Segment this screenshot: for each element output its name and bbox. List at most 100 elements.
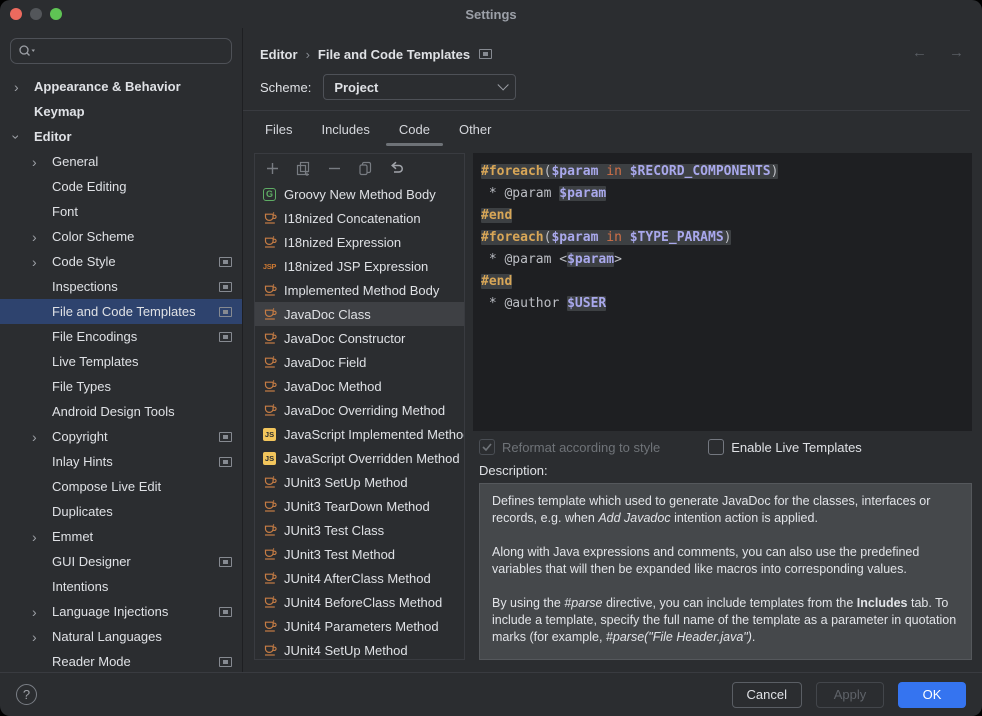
template-code-editor[interactable]: #foreach($param in $RECORD_COMPONENTS) *… (473, 153, 972, 431)
template-list-item[interactable]: I18nized Concatenation (255, 206, 464, 230)
chevron-right-icon[interactable]: › (32, 230, 52, 244)
settings-sidebar: ›Appearance & BehaviorKeymap›Editor›Gene… (0, 28, 243, 672)
chevron-right-icon[interactable]: › (32, 430, 52, 444)
sidebar-item-intentions[interactable]: Intentions (0, 574, 242, 599)
sidebar-item-file-encodings[interactable]: File Encodings (0, 324, 242, 349)
apply-button[interactable]: Apply (816, 682, 884, 708)
tab-other[interactable]: Other (446, 111, 505, 147)
template-list-item[interactable]: JSPI18nized JSP Expression (255, 254, 464, 278)
template-list-item[interactable]: JUnit4 Parameters Method (255, 614, 464, 638)
sidebar-item-live-templates[interactable]: Live Templates (0, 349, 242, 374)
tab-code[interactable]: Code (386, 111, 443, 147)
sidebar-item-compose-live-edit[interactable]: Compose Live Edit (0, 474, 242, 499)
template-list-item[interactable]: JavaDoc Class (255, 302, 464, 326)
chevron-glyph: › (32, 430, 37, 444)
description-box[interactable]: Defines template which used to generate … (479, 483, 972, 660)
sidebar-item-natural-languages[interactable]: ›Natural Languages (0, 624, 242, 649)
copy-icon[interactable] (358, 161, 373, 176)
sidebar-item-label: File Encodings (52, 329, 137, 344)
sidebar-item-reader-mode[interactable]: Reader Mode (0, 649, 242, 672)
chevron-right-icon[interactable]: › (14, 80, 34, 94)
template-list-item[interactable]: JavaDoc Method (255, 374, 464, 398)
duplicate-icon[interactable] (296, 161, 311, 176)
remove-icon[interactable] (327, 161, 342, 176)
template-list-item[interactable]: JavaDoc Constructor (255, 326, 464, 350)
highlighted-range: #foreach($param in $RECORD_COMPONENTS) (481, 164, 778, 179)
tab-files[interactable]: Files (252, 111, 305, 147)
reformat-label: Reformat according to style (502, 440, 660, 455)
template-list-item[interactable]: JUnit4 BeforeClass Method (255, 590, 464, 614)
zoom-window-button[interactable] (50, 8, 62, 20)
sidebar-item-appearance-behavior[interactable]: ›Appearance & Behavior (0, 74, 242, 99)
template-list-item[interactable]: JUnit3 TearDown Method (255, 494, 464, 518)
add-icon[interactable] (265, 161, 280, 176)
template-list-item[interactable]: JUnit4 SetUp Method (255, 638, 464, 659)
sidebar-item-inspections[interactable]: Inspections (0, 274, 242, 299)
template-list-item[interactable]: JUnit3 Test Class (255, 518, 464, 542)
project-level-settings-icon (219, 657, 232, 667)
minimize-window-button[interactable] (30, 8, 42, 20)
revert-icon[interactable] (389, 161, 405, 176)
template-list-item[interactable]: JUnit3 Test Method (255, 542, 464, 566)
reformat-checkbox[interactable] (479, 439, 495, 455)
enable-live-templates-checkbox[interactable] (708, 439, 724, 455)
template-list-item[interactable]: GGroovy New Method Body (255, 182, 464, 206)
close-window-button[interactable] (10, 8, 22, 20)
description-label: Description: (473, 463, 972, 478)
sidebar-item-label: Reader Mode (52, 654, 131, 669)
sidebar-item-editor[interactable]: ›Editor (0, 124, 242, 149)
java-template-icon (262, 283, 277, 297)
chevron-right-icon[interactable]: › (32, 530, 52, 544)
chevron-right-icon[interactable]: › (32, 630, 52, 644)
sidebar-item-code-editing[interactable]: Code Editing (0, 174, 242, 199)
cancel-button[interactable]: Cancel (732, 682, 802, 708)
sidebar-item-color-scheme[interactable]: ›Color Scheme (0, 224, 242, 249)
template-list-item[interactable]: JSJavaScript Implemented Method (255, 422, 464, 446)
template-list-item[interactable]: JavaDoc Overriding Method (255, 398, 464, 422)
template-name: JUnit4 Parameters Method (284, 619, 439, 634)
chevron-glyph: › (32, 605, 37, 619)
scheme-dropdown[interactable]: Project (323, 74, 516, 100)
template-list-item[interactable]: I18nized Expression (255, 230, 464, 254)
sidebar-item-file-and-code-templates[interactable]: File and Code Templates (0, 299, 242, 324)
forward-arrow-icon[interactable]: → (949, 44, 964, 61)
help-button[interactable]: ? (16, 684, 37, 705)
sidebar-item-inlay-hints[interactable]: Inlay Hints (0, 449, 242, 474)
chevron-glyph: › (32, 230, 37, 244)
template-name: JUnit4 BeforeClass Method (284, 595, 442, 610)
sidebar-item-code-style[interactable]: ›Code Style (0, 249, 242, 274)
chevron-right-icon[interactable]: › (32, 155, 52, 169)
description-text-run: #parse("File Header.java") (606, 630, 752, 644)
ok-button[interactable]: OK (898, 682, 966, 708)
template-list-item[interactable]: Implemented Method Body (255, 278, 464, 302)
sidebar-item-label: Code Editing (52, 179, 126, 194)
template-name: I18nized Concatenation (284, 211, 421, 226)
chevron-down-icon[interactable]: › (14, 130, 34, 144)
sidebar-item-duplicates[interactable]: Duplicates (0, 499, 242, 524)
sidebar-item-emmet[interactable]: ›Emmet (0, 524, 242, 549)
java-template-icon (262, 379, 277, 393)
chevron-right-icon[interactable]: › (32, 255, 52, 269)
sidebar-item-general[interactable]: ›General (0, 149, 242, 174)
template-list-item[interactable]: JUnit4 AfterClass Method (255, 566, 464, 590)
sidebar-item-copyright[interactable]: ›Copyright (0, 424, 242, 449)
back-arrow-icon[interactable]: ← (912, 44, 927, 61)
sidebar-item-keymap[interactable]: Keymap (0, 99, 242, 124)
sidebar-item-file-types[interactable]: File Types (0, 374, 242, 399)
sidebar-item-label: Compose Live Edit (52, 479, 161, 494)
template-name: JUnit3 TearDown Method (284, 499, 430, 514)
sidebar-item-android-design-tools[interactable]: Android Design Tools (0, 399, 242, 424)
breadcrumb-editor[interactable]: Editor (260, 47, 298, 62)
highlighted-range: #end (481, 274, 512, 289)
template-list-item[interactable]: JavaDoc Field (255, 350, 464, 374)
sidebar-item-gui-designer[interactable]: GUI Designer (0, 549, 242, 574)
settings-search-input[interactable] (10, 38, 232, 64)
template-list-item[interactable]: JSJavaScript Overridden Method (255, 446, 464, 470)
live-templates-option: Enable Live Templates (708, 439, 862, 455)
tab-includes[interactable]: Includes (308, 111, 382, 147)
scheme-label: Scheme: (260, 80, 311, 95)
template-list-item[interactable]: JUnit3 SetUp Method (255, 470, 464, 494)
sidebar-item-language-injections[interactable]: ›Language Injections (0, 599, 242, 624)
sidebar-item-font[interactable]: Font (0, 199, 242, 224)
chevron-right-icon[interactable]: › (32, 605, 52, 619)
